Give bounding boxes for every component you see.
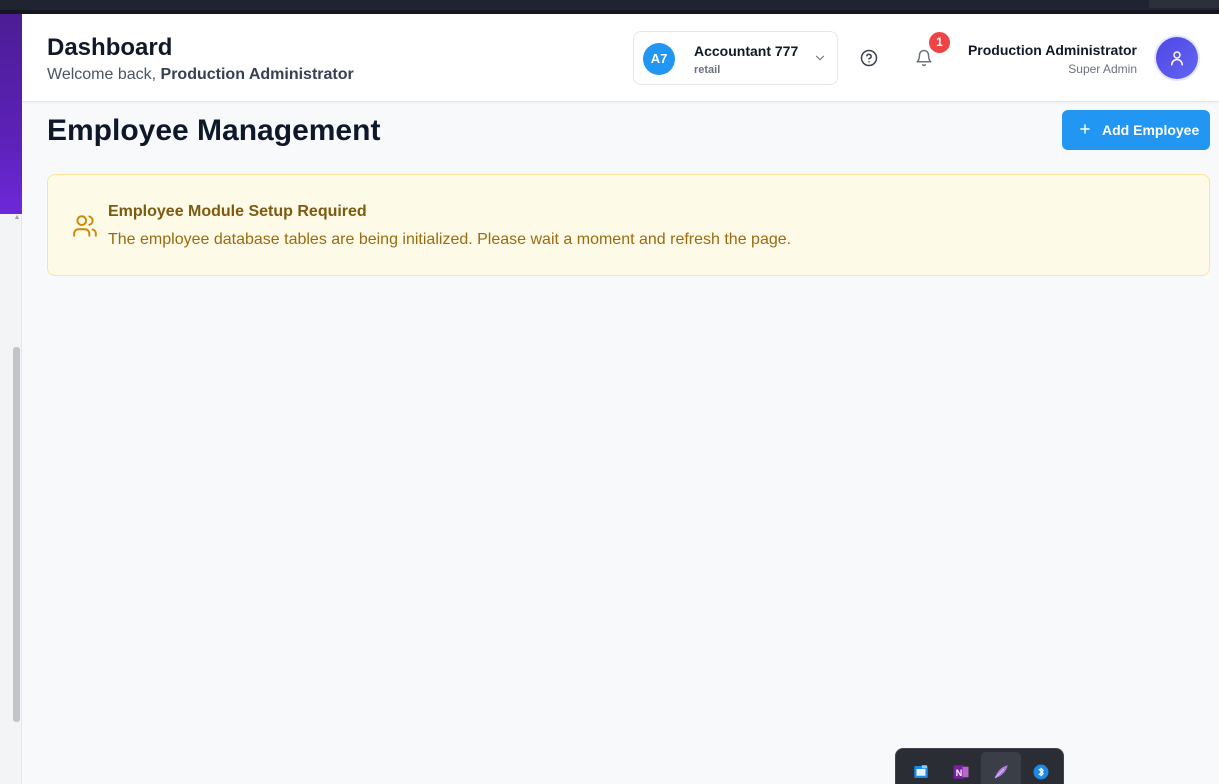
taskbar-tray: N <box>895 748 1064 784</box>
onenote-icon[interactable]: N <box>952 763 970 781</box>
window-capture-icon[interactable] <box>912 763 930 781</box>
add-employee-button[interactable]: Add Employee <box>1062 110 1210 150</box>
company-name: Accountant 777 <box>694 43 799 59</box>
plus-icon <box>1080 124 1090 134</box>
feather-app-icon[interactable] <box>992 763 1010 781</box>
user-icon <box>1171 51 1183 66</box>
chevron-down-icon <box>815 55 825 61</box>
bluetooth-icon[interactable] <box>1032 763 1050 781</box>
company-type: retail <box>694 64 721 76</box>
alert-message: The employee database tables are being i… <box>108 231 792 248</box>
user-avatar[interactable] <box>1156 37 1198 79</box>
help-icon[interactable] <box>860 49 878 67</box>
header-title: Dashboard <box>47 34 173 61</box>
user-role: Super Admin <box>1068 62 1137 76</box>
setup-required-alert: Employee Module Setup Required The emplo… <box>47 174 1210 276</box>
welcome-user-name: Production Administrator <box>160 66 354 83</box>
company-avatar: A7 <box>643 43 675 75</box>
welcome-message: Welcome back, Production Administrator <box>47 66 354 84</box>
window-controls <box>1149 0 1219 8</box>
sidebar-scrollbar[interactable] <box>13 347 20 722</box>
alert-title: Employee Module Setup Required <box>108 203 367 220</box>
browser-top-bar <box>0 0 1219 14</box>
page-title: Employee Management <box>47 114 381 147</box>
sidebar-brand-panel <box>0 14 22 214</box>
notification-count-badge: 1 <box>929 32 950 53</box>
bell-icon[interactable] <box>915 49 933 67</box>
top-header: Dashboard Welcome back, Production Admin… <box>22 14 1219 102</box>
company-switcher[interactable]: A7 Accountant 777 retail <box>633 31 838 85</box>
user-name: Production Administrator <box>967 42 1137 58</box>
add-employee-label: Add Employee <box>1102 122 1200 138</box>
svg-text:N: N <box>956 768 963 778</box>
welcome-prefix: Welcome back, <box>47 66 157 83</box>
users-icon <box>73 215 97 237</box>
scroll-up-arrow-icon[interactable]: ▲ <box>13 214 21 222</box>
